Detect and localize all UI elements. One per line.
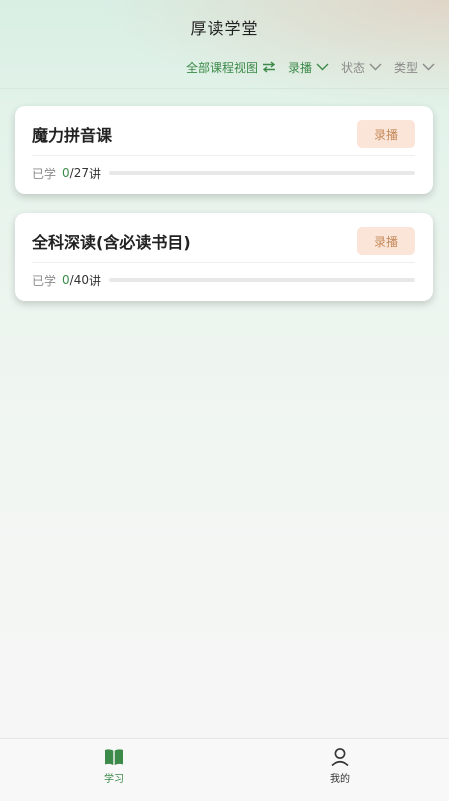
course-type-badge: 录播 — [357, 120, 415, 148]
progress-bar — [108, 278, 415, 282]
total-lectures: /27 — [69, 166, 89, 180]
header-divider — [0, 88, 449, 89]
tab-learn-label: 学习 — [104, 774, 124, 785]
lecture-unit: 讲 — [88, 166, 101, 181]
course-title: 全科深读(含必读书目) — [32, 233, 191, 252]
learned-count: 0 — [62, 166, 70, 180]
card-divider — [32, 262, 415, 263]
course-card[interactable]: 魔力拼音课 录播 已学 0 /27 讲 — [15, 106, 433, 194]
filter-bar: 全部课程视图 录播 状态 类型 — [186, 56, 435, 78]
chevron-down-icon — [316, 63, 329, 71]
status-dropdown[interactable]: 状态 — [341, 59, 382, 76]
learned-label: 已学 — [32, 273, 57, 288]
progress-bar — [108, 171, 415, 175]
learned-label: 已学 — [32, 166, 57, 181]
tab-mine[interactable]: 我的 — [300, 747, 380, 791]
course-card[interactable]: 全科深读(含必读书目) 录播 已学 0 /40 讲 — [15, 213, 433, 301]
status-dropdown-label: 状态 — [340, 60, 365, 75]
book-icon — [105, 749, 123, 765]
swap-arrows-icon — [262, 61, 276, 73]
page-title: 厚读学堂 — [190, 19, 259, 38]
course-progress: 已学 0 /40 讲 — [32, 271, 415, 289]
type-dropdown[interactable]: 录播 — [288, 59, 329, 76]
bottom-tab-bar: 学习 我的 — [0, 738, 449, 801]
learned-count: 0 — [62, 273, 70, 287]
category-dropdown-label: 类型 — [393, 60, 418, 75]
tab-mine-label: 我的 — [330, 774, 350, 785]
card-divider — [32, 155, 415, 156]
chevron-down-icon — [369, 63, 382, 71]
course-view-toggle[interactable]: 全部课程视图 — [186, 59, 276, 76]
course-type-badge: 录播 — [357, 227, 415, 255]
type-dropdown-label: 录播 — [287, 60, 312, 75]
course-progress: 已学 0 /27 讲 — [32, 164, 415, 182]
course-title: 魔力拼音课 — [32, 126, 113, 145]
course-view-label: 全部课程视图 — [185, 60, 258, 75]
lecture-unit: 讲 — [88, 273, 101, 288]
tab-learn[interactable]: 学习 — [74, 747, 154, 791]
user-icon — [331, 748, 349, 767]
app-header: 厚读学堂 — [0, 0, 449, 52]
category-dropdown[interactable]: 类型 — [394, 59, 435, 76]
chevron-down-icon — [422, 63, 435, 71]
total-lectures: /40 — [69, 273, 89, 287]
